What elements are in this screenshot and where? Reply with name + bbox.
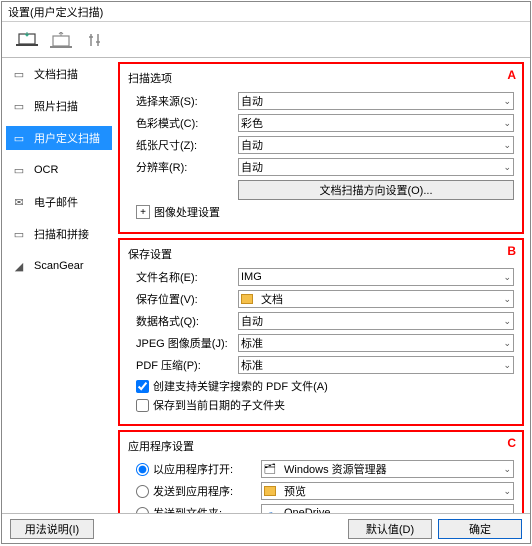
checkbox-label: 创建支持关键字搜索的 PDF 文件(A) xyxy=(153,378,328,394)
section-title: 保存设置 xyxy=(128,246,514,262)
sidebar-item-email[interactable]: ✉ 电子邮件 xyxy=(6,190,112,214)
document-icon: ▭ xyxy=(10,67,28,81)
label-pdf: PDF 压缩(P): xyxy=(128,357,238,373)
folder-icon xyxy=(241,294,253,304)
sidebar-item-label: 照片扫描 xyxy=(34,98,78,114)
sidebar-item-label: 文档扫描 xyxy=(34,66,78,82)
expand-image-processing-button[interactable]: + xyxy=(136,205,150,219)
label-filename: 文件名称(E): xyxy=(128,269,238,285)
chevron-down-icon: ⌄ xyxy=(503,316,511,327)
section-letter-b: B xyxy=(507,244,516,258)
custom-icon: ▭ xyxy=(10,131,28,145)
label-source: 选择来源(S): xyxy=(128,93,238,109)
label-paper: 纸张尺寸(Z): xyxy=(128,137,238,153)
input-filename[interactable]: IMG⌄ xyxy=(238,268,514,286)
chevron-down-icon: ⌄ xyxy=(503,96,511,107)
chevron-down-icon: ⌄ xyxy=(503,508,511,514)
defaults-button[interactable]: 默认值(D) xyxy=(348,519,432,539)
chevron-down-icon: ⌄ xyxy=(503,294,511,305)
folder-icon xyxy=(264,486,276,496)
section-title: 扫描选项 xyxy=(128,70,514,86)
sidebar-item-label: 电子邮件 xyxy=(34,194,78,210)
window-title: 设置(用户定义扫描) xyxy=(8,4,103,20)
chevron-down-icon: ⌄ xyxy=(503,140,511,151)
sidebar-item-label: 用户定义扫描 xyxy=(34,130,100,146)
chevron-down-icon: ⌄ xyxy=(503,272,511,283)
radio-label: 发送到文件夹: xyxy=(153,505,261,513)
dialog-footer: 用法说明(I) 默认值(D) 确定 xyxy=(2,513,530,543)
section-scan-options: A 扫描选项 选择来源(S):自动⌄ 色彩模式(C):彩色⌄ 纸张尺寸(Z):自… xyxy=(118,62,524,234)
select-open-app[interactable]: 🗂Windows 资源管理器⌄ xyxy=(261,460,514,478)
radio-label: 以应用程序打开: xyxy=(153,461,261,477)
scan-from-panel-icon[interactable] xyxy=(50,31,72,49)
sidebar-item-doc-scan[interactable]: ▭ 文档扫描 xyxy=(6,62,112,86)
select-pdf-compression[interactable]: 标准⌄ xyxy=(238,356,514,374)
image-processing-label: 图像处理设置 xyxy=(154,204,220,220)
checkbox-pdf-keyword[interactable] xyxy=(136,380,149,393)
chevron-down-icon: ⌄ xyxy=(503,486,511,497)
top-toolbar xyxy=(2,22,530,58)
scan-from-computer-icon[interactable] xyxy=(16,31,38,49)
select-jpeg-quality[interactable]: 标准⌄ xyxy=(238,334,514,352)
help-button[interactable]: 用法说明(I) xyxy=(10,519,94,539)
sidebar-item-custom-scan[interactable]: ▭ 用户定义扫描 xyxy=(6,126,112,150)
radio-send-folder[interactable] xyxy=(136,507,149,514)
label-format: 数据格式(Q): xyxy=(128,313,238,329)
select-send-app[interactable]: 预览⌄ xyxy=(261,482,514,500)
checkbox-label: 保存到当前日期的子文件夹 xyxy=(153,397,285,413)
section-letter-c: C xyxy=(507,436,516,450)
checkbox-date-subfolder[interactable] xyxy=(136,399,149,412)
sidebar-item-label: ScanGear xyxy=(34,260,84,272)
stitch-icon: ▭ xyxy=(10,227,28,241)
ok-button[interactable]: 确定 xyxy=(438,519,522,539)
titlebar: 设置(用户定义扫描) xyxy=(2,2,530,22)
sidebar-item-scangear[interactable]: ◢ ScanGear xyxy=(6,254,112,278)
radio-label: 发送到应用程序: xyxy=(153,483,261,499)
section-save-settings: B 保存设置 文件名称(E):IMG⌄ 保存位置(V):文档⌄ 数据格式(Q):… xyxy=(118,238,524,426)
section-app-settings: C 应用程序设置 以应用程序打开:🗂Windows 资源管理器⌄ 发送到应用程序… xyxy=(118,430,524,513)
label-saveloc: 保存位置(V): xyxy=(128,291,238,307)
radio-open-app[interactable] xyxy=(136,463,149,476)
chevron-down-icon: ⌄ xyxy=(503,360,511,371)
select-color-mode[interactable]: 彩色⌄ xyxy=(238,114,514,132)
sidebar-item-ocr[interactable]: ▭ OCR xyxy=(6,158,112,182)
ocr-icon: ▭ xyxy=(10,163,28,177)
select-resolution[interactable]: 自动⌄ xyxy=(238,158,514,176)
radio-send-app[interactable] xyxy=(136,485,149,498)
settings-tools-icon[interactable] xyxy=(84,31,106,49)
select-data-format[interactable]: 自动⌄ xyxy=(238,312,514,330)
explorer-icon: 🗂 xyxy=(264,463,276,475)
main-panel: A 扫描选项 选择来源(S):自动⌄ 色彩模式(C):彩色⌄ 纸张尺寸(Z):自… xyxy=(112,58,530,513)
sidebar-item-label: 扫描和拼接 xyxy=(34,226,89,242)
onedrive-icon: ☁ xyxy=(264,507,276,513)
orientation-settings-button[interactable]: 文档扫描方向设置(O)... xyxy=(238,180,514,200)
select-send-folder[interactable]: ☁OneDrive⌄ xyxy=(261,504,514,513)
label-color: 色彩模式(C): xyxy=(128,115,238,131)
sidebar-item-label: OCR xyxy=(34,164,58,176)
label-dpi: 分辨率(R): xyxy=(128,159,238,175)
sidebar-item-stitch[interactable]: ▭ 扫描和拼接 xyxy=(6,222,112,246)
section-letter-a: A xyxy=(507,68,516,82)
chevron-down-icon: ⌄ xyxy=(503,118,511,129)
sidebar: ▭ 文档扫描 ▭ 照片扫描 ▭ 用户定义扫描 ▭ OCR ✉ 电子邮件 ▭ 扫描和拼接 ◢ S… xyxy=(2,58,112,513)
chevron-down-icon: ⌄ xyxy=(503,464,511,475)
photo-icon: ▭ xyxy=(10,99,28,113)
label-jpeg: JPEG 图像质量(J): xyxy=(128,335,238,351)
select-paper-size[interactable]: 自动⌄ xyxy=(238,136,514,154)
select-source[interactable]: 自动⌄ xyxy=(238,92,514,110)
sidebar-item-photo-scan[interactable]: ▭ 照片扫描 xyxy=(6,94,112,118)
section-title: 应用程序设置 xyxy=(128,438,514,454)
select-save-location[interactable]: 文档⌄ xyxy=(238,290,514,308)
scangear-icon: ◢ xyxy=(10,259,28,273)
email-icon: ✉ xyxy=(10,195,28,209)
chevron-down-icon: ⌄ xyxy=(503,162,511,173)
chevron-down-icon: ⌄ xyxy=(503,338,511,349)
